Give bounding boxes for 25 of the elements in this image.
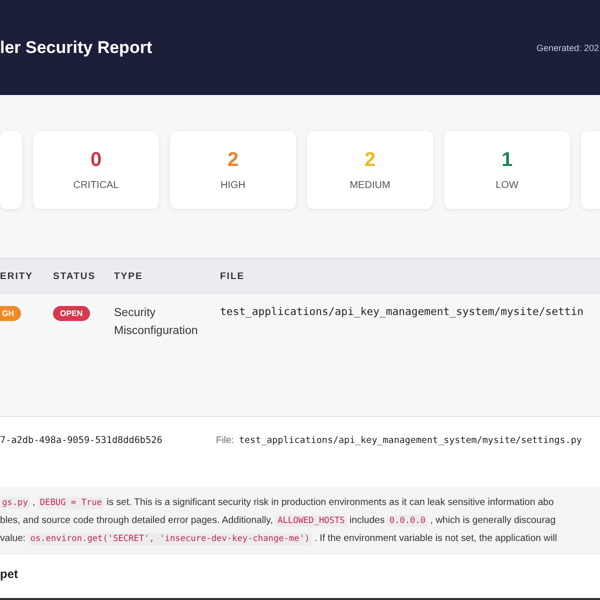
severity-label: CRITICAL xyxy=(73,180,119,191)
severity-label: HIGH xyxy=(220,180,246,191)
column-header: TYPE xyxy=(114,270,143,282)
severity-badge: GH xyxy=(0,306,21,321)
count-number: 2 xyxy=(364,149,376,172)
type-cell-text: Security Misconfiguration xyxy=(114,306,199,339)
generated-date: Generated: 202 xyxy=(536,42,599,52)
column-header: ERITY xyxy=(0,270,33,282)
file-path: test_applications/api_key_management_system/mysite/settings.py xyxy=(238,434,582,446)
count-number: 0 xyxy=(90,149,102,172)
column-header: STATUS xyxy=(53,270,96,282)
description-line: gs.py , DEBUG = True is set. This is a significant security risk in production environments as it can leak sensitive information abo xyxy=(0,496,554,511)
finding-id: 7-a2db-498a-9059-531d8dd6b526 xyxy=(0,434,162,446)
column-header: FILE xyxy=(220,270,245,282)
file-cell: test_applications/api_key_management_system/mysite/settin xyxy=(220,306,584,318)
severity-label: LOW xyxy=(496,180,518,191)
status-badge: OPEN xyxy=(53,306,90,321)
description-line: bles, and source code through detailed error pages. Additionally, ALLOWED_HOSTS includes 0.0.0.0 , which is generally discourag xyxy=(0,514,556,529)
section-title: pet xyxy=(0,567,19,581)
report-title: ler Security Report xyxy=(0,38,152,58)
severity-label: MEDIUM xyxy=(350,180,390,191)
file-label: File: xyxy=(216,434,234,446)
description-line: value: os.environ.get('SECRET', 'insecure-dev-key-change-me') . If the environment variable is not set, the application will xyxy=(0,532,557,547)
count-number: 2 xyxy=(227,149,239,172)
count-number: 1 xyxy=(501,149,513,172)
